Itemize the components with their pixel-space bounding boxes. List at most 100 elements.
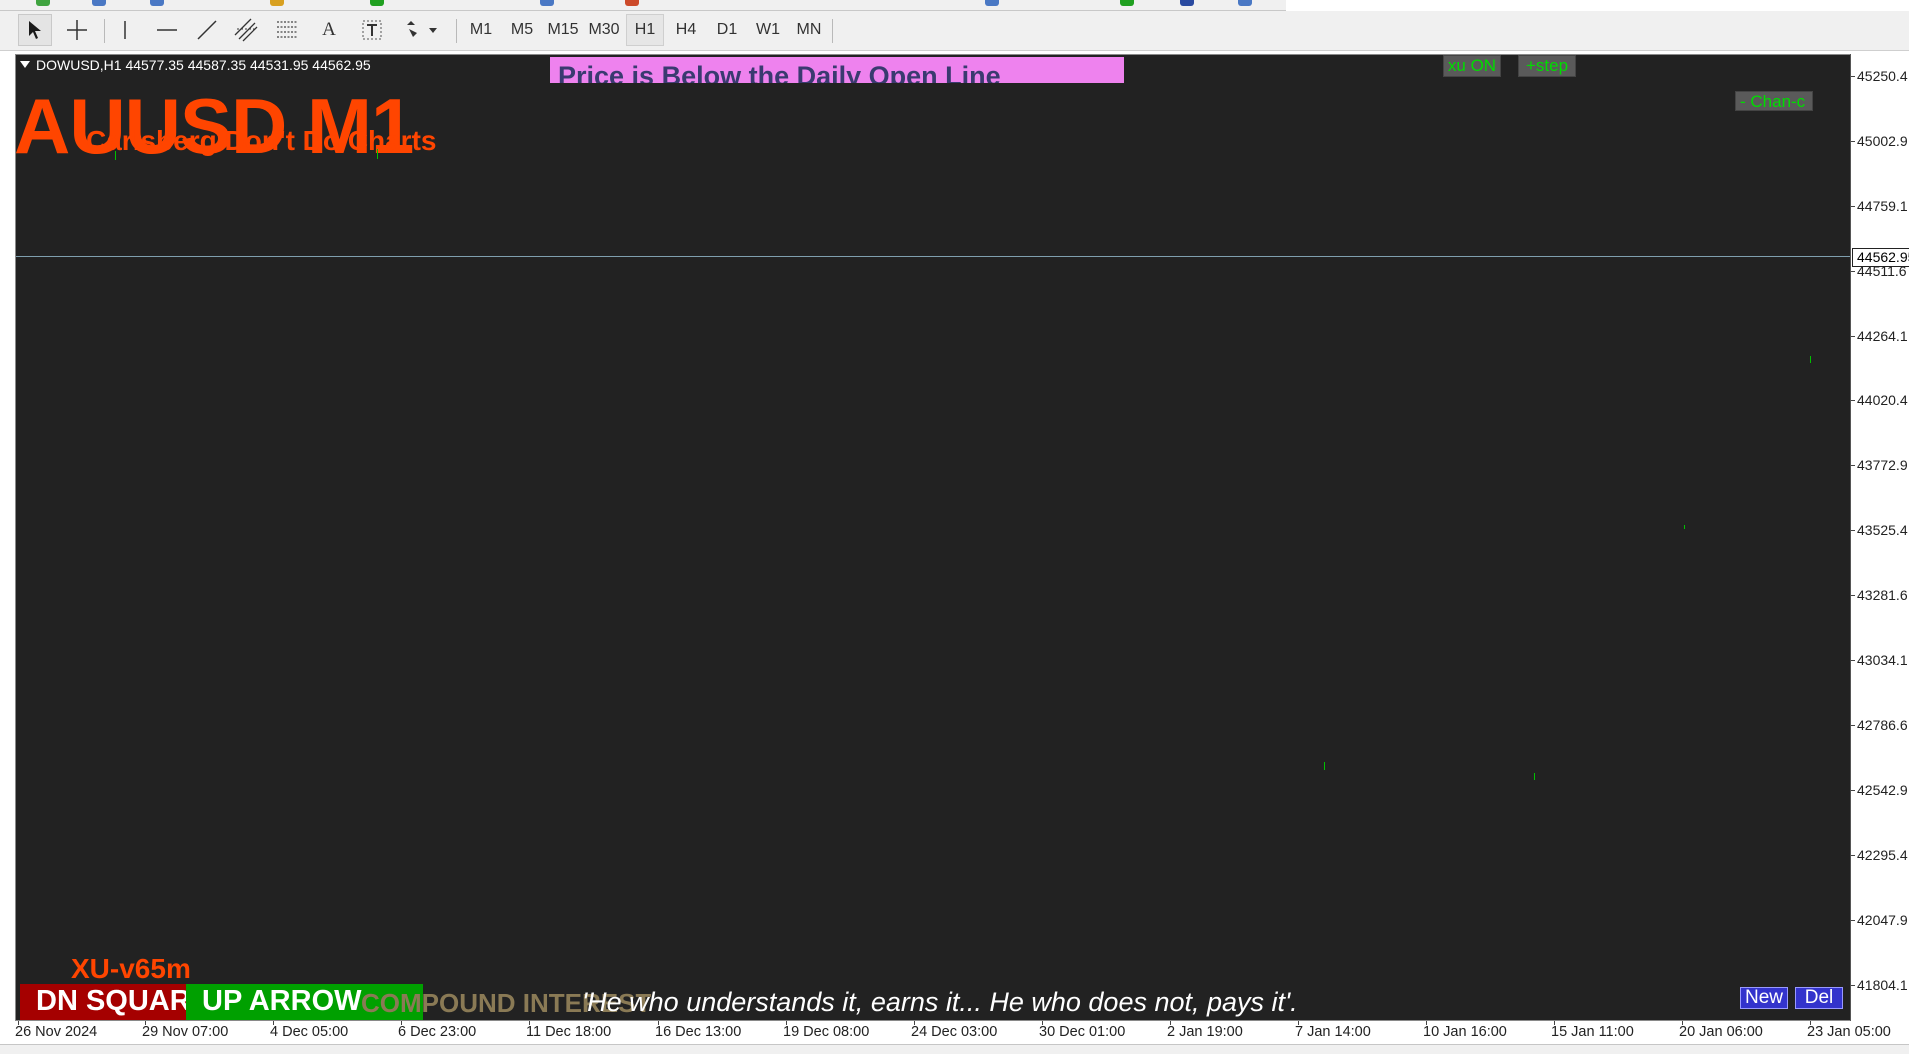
- price-axis-label: 45002.9: [1857, 133, 1908, 149]
- toolbar-icon[interactable]: [92, 0, 106, 6]
- symbol-ohlc-text: DOWUSD,H1 44577.35 44587.35 44531.95 445…: [36, 57, 371, 73]
- price-tick-mark: [1534, 773, 1535, 780]
- timeframe-mn[interactable]: MN: [790, 14, 828, 46]
- toolbar-icon[interactable]: [1238, 0, 1252, 6]
- step-up-button[interactable]: +step: [1518, 55, 1576, 77]
- chart-canvas[interactable]: DOWUSD,H1 44577.35 44587.35 44531.95 445…: [15, 54, 1851, 1021]
- price-axis-label: 45250.4: [1857, 68, 1908, 84]
- dn-square-box: DN SQUARE: [20, 984, 194, 1020]
- equidistant-channel-tool-button[interactable]: [230, 14, 262, 46]
- price-axis-tick: [1851, 595, 1855, 596]
- price-tick-mark: [1324, 762, 1325, 770]
- top-toolbar-strip: [0, 0, 1286, 11]
- price-axis-tick: [1851, 141, 1855, 142]
- arrows-tool-dropdown[interactable]: [398, 14, 448, 46]
- text-label-tool-button[interactable]: [356, 14, 388, 46]
- text-a-icon: A: [322, 19, 336, 40]
- horizontal-line-tool-button[interactable]: [152, 14, 182, 46]
- time-axis-tick: [786, 1021, 787, 1025]
- fibonacci-tool-button[interactable]: [272, 14, 304, 46]
- time-axis-label: 10 Jan 16:00: [1423, 1024, 1507, 1040]
- toolbar-icon[interactable]: [985, 0, 999, 6]
- channel-icon: [234, 18, 258, 42]
- toolbar-icon[interactable]: [370, 0, 384, 6]
- toolbar-icon[interactable]: [150, 0, 164, 6]
- symbol-info: DOWUSD,H1 44577.35 44587.35 44531.95 445…: [20, 57, 371, 73]
- text-label-icon: [362, 20, 382, 40]
- time-axis-tick: [1042, 1021, 1043, 1025]
- toolbar-icon[interactable]: [36, 0, 50, 6]
- crosshair-tool-button[interactable]: [60, 14, 94, 46]
- time-axis-label: 6 Dec 23:00: [398, 1024, 477, 1040]
- timeframe-w1[interactable]: W1: [749, 14, 787, 46]
- time-axis-tick: [145, 1021, 146, 1025]
- timeframe-m15[interactable]: M15: [544, 14, 582, 46]
- cursor-arrow-icon: [29, 21, 41, 39]
- new-button[interactable]: New: [1740, 987, 1788, 1009]
- time-axis-tick: [1554, 1021, 1555, 1025]
- timeframe-m1[interactable]: M1: [462, 14, 500, 46]
- collapse-triangle-icon[interactable]: [20, 61, 30, 68]
- toolbar-icon[interactable]: [625, 0, 639, 6]
- price-axis-label: 41804.1: [1857, 977, 1908, 993]
- time-axis-label: 2 Jan 19:00: [1167, 1024, 1243, 1040]
- time-axis-label: 23 Jan 05:00: [1807, 1024, 1891, 1040]
- quote-text: 'He who understands it, earns it... He w…: [582, 987, 1298, 1017]
- timeframe-d1[interactable]: D1: [708, 14, 746, 46]
- version-label: XU-v65m: [71, 953, 191, 984]
- time-axis-tick: [914, 1021, 915, 1025]
- price-axis-tick: [1851, 206, 1855, 207]
- xu-on-button[interactable]: xu ON: [1443, 55, 1501, 77]
- price-axis-tick: [1851, 400, 1855, 401]
- time-axis-label: 20 Jan 06:00: [1679, 1024, 1763, 1040]
- price-axis-tick: [1851, 660, 1855, 661]
- toolbar-separator: [832, 19, 833, 43]
- time-axis-tick: [658, 1021, 659, 1025]
- price-axis-label: 42542.9: [1857, 782, 1908, 798]
- price-axis-tick: [1851, 530, 1855, 531]
- price-axis-label: 44264.1: [1857, 328, 1908, 344]
- drawing-toolbar: A M1 M5 M15 M30 H1 H4 D1 W1 MN: [0, 11, 1909, 51]
- time-axis-tick: [1426, 1021, 1427, 1025]
- toolbar-icon[interactable]: [540, 0, 554, 6]
- price-axis-label: 43034.1: [1857, 652, 1908, 668]
- vertical-line-tool-button[interactable]: [112, 14, 138, 46]
- cursor-tool-button[interactable]: [18, 14, 52, 46]
- timeframe-h4[interactable]: H4: [667, 14, 705, 46]
- time-axis-tick: [529, 1021, 530, 1025]
- toolbar-icon[interactable]: [270, 0, 284, 6]
- horizontal-line-icon: [157, 29, 177, 31]
- price-axis-label: 43772.9: [1857, 457, 1908, 473]
- delete-button[interactable]: Del: [1795, 987, 1843, 1009]
- time-axis-label: 30 Dec 01:00: [1039, 1024, 1126, 1040]
- price-axis-tick: [1851, 855, 1855, 856]
- toolbar-separator: [104, 19, 105, 43]
- trendline-tool-button[interactable]: [192, 14, 222, 46]
- price-tick-mark: [1684, 525, 1685, 529]
- price-axis-tick: [1851, 985, 1855, 986]
- toolbar-separator: [456, 19, 457, 43]
- channel-minus-button[interactable]: - Chan-c: [1735, 91, 1813, 111]
- price-axis-tick: [1851, 76, 1855, 77]
- text-tool-button[interactable]: A: [314, 14, 344, 46]
- time-axis-tick: [18, 1021, 19, 1025]
- price-axis[interactable]: 45250.4 45002.9 44759.1 44511.6 44264.1 44020…: [1850, 54, 1909, 1021]
- chart-subtitle: Carlsberg Don't Do Charts: [86, 125, 437, 156]
- time-axis-label: 24 Dec 03:00: [911, 1024, 998, 1040]
- price-axis-tick: [1851, 336, 1855, 337]
- time-axis-label: 16 Dec 13:00: [655, 1024, 742, 1040]
- crosshair-icon: [67, 20, 87, 40]
- current-price-label: 44562.95: [1852, 248, 1909, 267]
- toolbar-icon[interactable]: [1120, 0, 1134, 6]
- toolbar-icon[interactable]: [1180, 0, 1194, 6]
- price-position-banner: Price is Below the Daily Open Line: [550, 57, 1124, 83]
- price-axis-tick: [1851, 271, 1855, 272]
- time-axis-label: 19 Dec 08:00: [783, 1024, 870, 1040]
- trendline-icon: [197, 20, 217, 40]
- timeframe-m30[interactable]: M30: [585, 14, 623, 46]
- price-axis-tick: [1851, 725, 1855, 726]
- time-axis-label: 26 Nov 2024: [15, 1024, 98, 1040]
- timeframe-h1[interactable]: H1: [626, 14, 664, 46]
- price-axis-label: 44759.1: [1857, 198, 1908, 214]
- timeframe-m5[interactable]: M5: [503, 14, 541, 46]
